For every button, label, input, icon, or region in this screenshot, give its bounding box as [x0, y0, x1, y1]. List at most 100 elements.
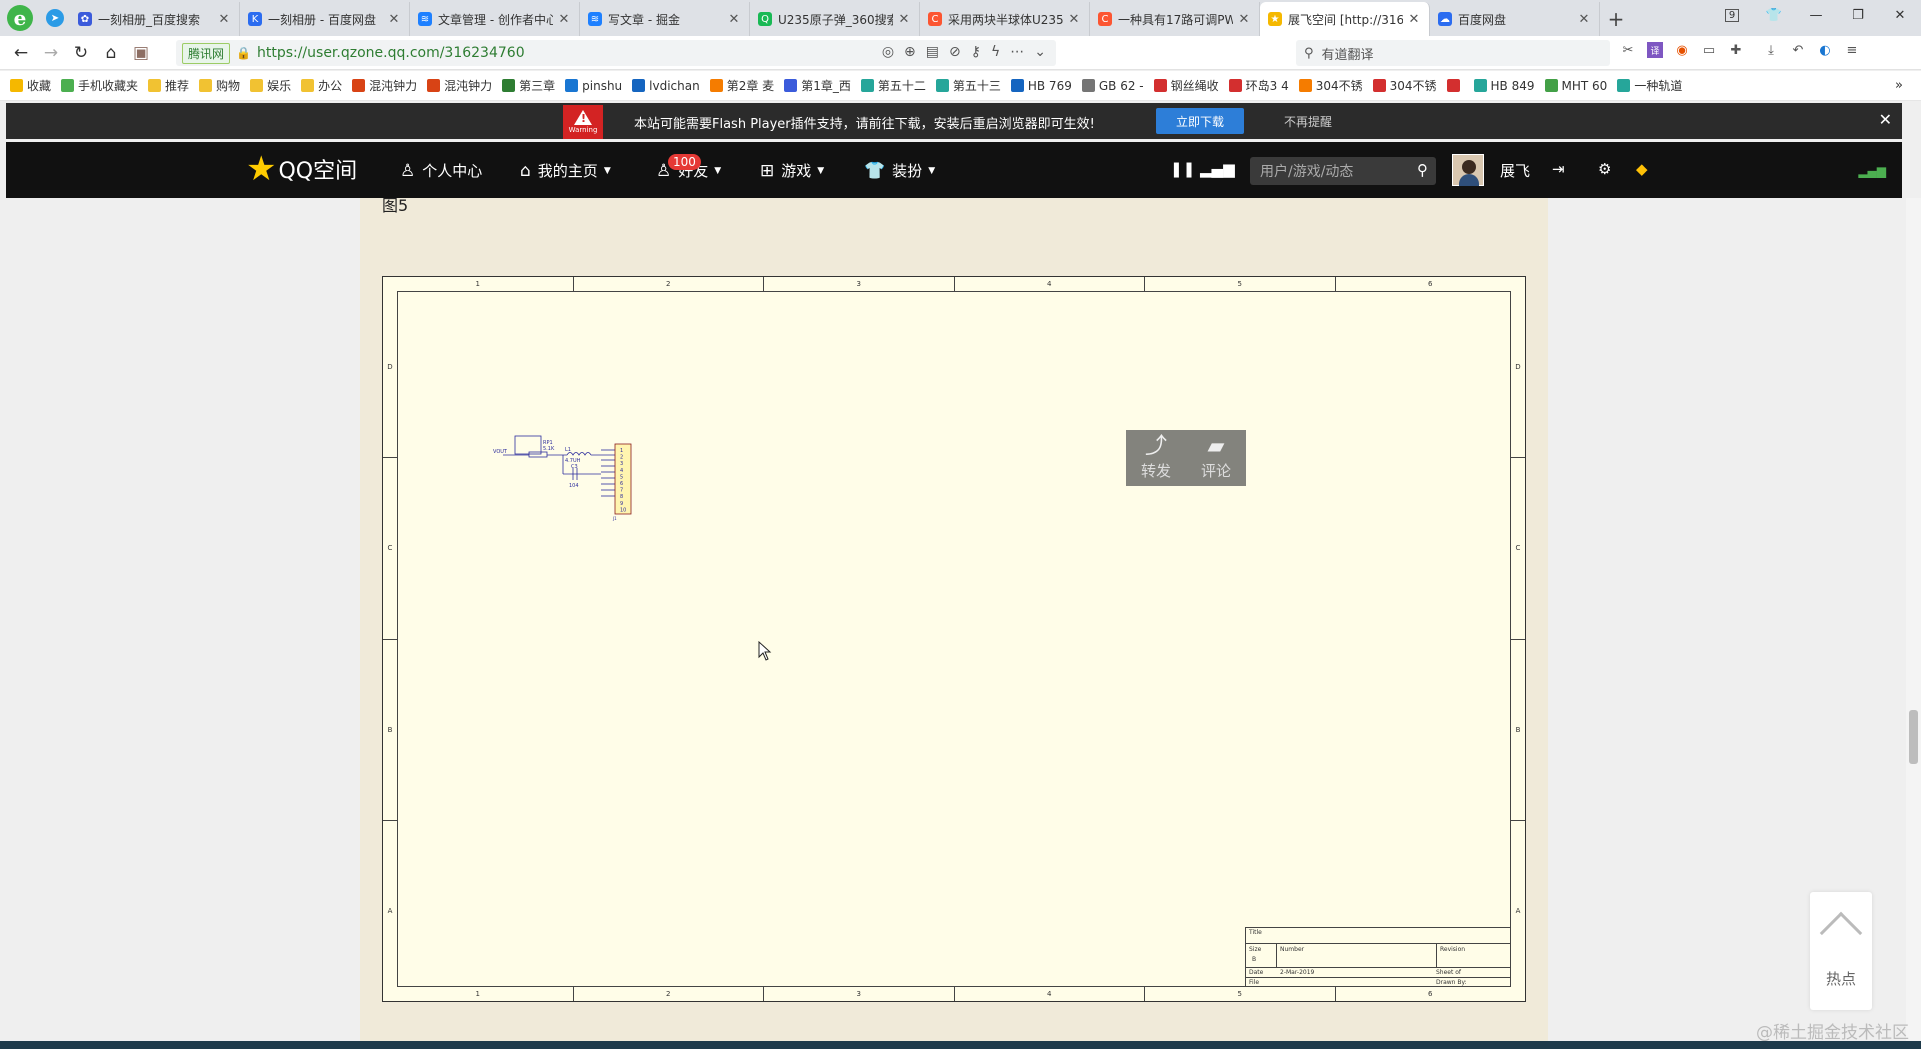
pause-icon[interactable]: ❚❚	[1170, 160, 1195, 178]
download-icon[interactable]: ⤓	[1763, 42, 1779, 58]
tab-close-icon[interactable]: ✕	[217, 12, 231, 27]
telegram-button[interactable]: ➤	[40, 0, 70, 36]
bookmark-item[interactable]: 收藏	[10, 77, 51, 94]
chevron-down-icon[interactable]: ⌄	[1034, 44, 1046, 60]
wallet-icon[interactable]: ▣	[126, 38, 156, 68]
bookmark-item[interactable]: HB 769	[1010, 79, 1072, 93]
window-icon[interactable]: ▭	[1701, 42, 1717, 58]
zoom-icon[interactable]: ⊕	[904, 44, 916, 60]
tab-close-icon[interactable]: ✕	[1237, 12, 1251, 27]
close-window-button[interactable]: ✕	[1879, 0, 1921, 30]
screenshot-icon[interactable]: ▤	[926, 44, 939, 60]
bookmark-item[interactable]: 环岛3 4	[1228, 77, 1289, 94]
bookmark-item[interactable]: 304不锈	[1372, 77, 1437, 94]
tab-8[interactable]: ☁ 百度网盘 ✕	[1430, 2, 1600, 36]
dont-remind-link[interactable]: 不再提醒	[1284, 113, 1332, 130]
nav-games[interactable]: ⊞ 游戏 ▼	[760, 160, 824, 181]
tab-close-icon[interactable]: ✕	[897, 12, 911, 27]
qzone-search-input[interactable]: 用户/游戏/动态 ⚲	[1250, 157, 1436, 185]
scrollbar-thumb[interactable]	[1909, 710, 1918, 764]
share-button[interactable]: ⤴ 转发	[1126, 430, 1186, 486]
tab-close-icon[interactable]: ✕	[1407, 12, 1421, 27]
bookmark-item[interactable]: 304不锈	[1298, 77, 1363, 94]
diamond-icon[interactable]: ◆	[1636, 160, 1648, 178]
reload-button[interactable]: ↻	[66, 38, 96, 68]
tab-close-icon[interactable]: ✕	[1577, 12, 1591, 27]
bookmark-item[interactable]: 混沌钟力	[352, 77, 417, 94]
lightning-icon[interactable]: ϟ	[991, 44, 1000, 60]
nav-dressup[interactable]: 👕 装扮 ▼	[864, 160, 935, 181]
translate-icon[interactable]: 译	[1647, 42, 1663, 58]
tab-close-icon[interactable]: ✕	[727, 12, 741, 27]
bookmark-item[interactable]: 钢丝绳收	[1153, 77, 1219, 94]
game-icon[interactable]: ◉	[1674, 42, 1690, 58]
tab-close-icon[interactable]: ✕	[387, 12, 401, 27]
gear-icon[interactable]: ⚙	[1598, 160, 1611, 178]
logout-icon[interactable]: ⇥	[1552, 160, 1565, 178]
comment-button[interactable]: ▰ 评论	[1186, 430, 1246, 486]
bookmark-item[interactable]: 第2章 麦	[709, 77, 774, 94]
back-button[interactable]: ←	[6, 38, 36, 68]
tab-5[interactable]: C 采用两块半球体U235 ✕	[920, 2, 1090, 36]
tab-2[interactable]: ≋ 文章管理 - 创作者中心 ✕	[410, 2, 580, 36]
bookmarks-more-icon[interactable]: »	[1895, 78, 1903, 93]
qzone-logo[interactable]: ★ QQ空间	[246, 152, 357, 186]
scissors-icon[interactable]: ✂	[1620, 42, 1636, 58]
home-button[interactable]: ⌂	[96, 38, 126, 68]
url-box[interactable]: 腾讯网 🔒 https://user.qzone.qq.com/31623476…	[176, 40, 1056, 66]
tab-4[interactable]: Q U235原子弹_360搜索 ✕	[750, 2, 920, 36]
bookmark-item[interactable]: 第五十三	[935, 77, 1001, 94]
scrollbar[interactable]	[1906, 198, 1921, 1049]
tab-close-icon[interactable]: ✕	[557, 12, 571, 27]
restore-button[interactable]: ❐	[1837, 0, 1879, 30]
puzzle-icon[interactable]: ✚	[1728, 42, 1744, 58]
search-icon[interactable]: ⚲	[1417, 161, 1428, 179]
search-input[interactable]: ⚲ 有道翻译	[1296, 40, 1610, 66]
compass-icon[interactable]: ⊘	[949, 44, 961, 60]
menu-icon[interactable]: ≡	[1844, 42, 1860, 58]
bookmark-item[interactable]: 第1章_西	[784, 77, 851, 94]
minimize-button[interactable]: —	[1795, 0, 1837, 30]
bookmark-item[interactable]: 推荐	[148, 77, 189, 94]
bookmark-item[interactable]: 办公	[301, 77, 342, 94]
browser-logo[interactable]: e	[0, 0, 40, 36]
edge-icon[interactable]: ◐	[1817, 42, 1833, 58]
username[interactable]: 展飞	[1500, 160, 1530, 181]
tab-0[interactable]: ✿ 一刻相册_百度搜索 ✕	[70, 2, 240, 36]
tab-7[interactable]: ★ 展飞空间 [http://316 ✕	[1260, 2, 1430, 36]
schematic-col-label: 4	[955, 277, 1145, 291]
chart-icon[interactable]: ▂▄▆	[1200, 160, 1235, 178]
bookmark-item[interactable]: 第五十二	[860, 77, 926, 94]
bookmark-item[interactable]: GB 62 -	[1081, 79, 1144, 93]
bookmark-item[interactable]: lvdichan	[632, 79, 700, 93]
back-to-top-widget[interactable]: 热点	[1810, 892, 1872, 1010]
tab-6[interactable]: C 一种具有17路可调PW ✕	[1090, 2, 1260, 36]
location-icon[interactable]: ◎	[882, 44, 894, 60]
bookmark-item[interactable]: MHT 60	[1544, 79, 1607, 93]
new-tab-button[interactable]: +	[1600, 2, 1632, 36]
download-now-button[interactable]: 立即下载	[1156, 108, 1244, 134]
tab-counter[interactable]: 9	[1711, 0, 1753, 30]
key-icon[interactable]: ⚷	[971, 44, 981, 60]
bookmark-item[interactable]: 混沌钟力	[427, 77, 492, 94]
avatar[interactable]	[1452, 154, 1484, 186]
bookmark-item[interactable]: 购物	[199, 77, 240, 94]
bookmark-item[interactable]: pinshu	[565, 79, 622, 93]
tab-1[interactable]: K 一刻相册 - 百度网盘 ✕	[240, 2, 410, 36]
url-text[interactable]: https://user.qzone.qq.com/316234760	[257, 45, 525, 61]
tab-3[interactable]: ≋ 写文章 - 掘金 ✕	[580, 2, 750, 36]
close-icon[interactable]: ✕	[1879, 110, 1892, 129]
bookmark-item[interactable]: 一种轨道	[1617, 77, 1682, 94]
nav-personal-center[interactable]: ♙ 个人中心	[400, 160, 482, 181]
forward-button[interactable]: →	[36, 38, 66, 68]
tab-close-icon[interactable]: ✕	[1067, 12, 1081, 27]
undo-icon[interactable]: ↶	[1790, 42, 1806, 58]
bookmark-item[interactable]: 手机收藏夹	[61, 77, 138, 94]
nav-my-home[interactable]: ⌂ 我的主页 ▼	[520, 160, 611, 181]
more-icon[interactable]: ⋯	[1010, 44, 1024, 60]
bookmark-item[interactable]: 第三章	[502, 77, 555, 94]
bookmark-item[interactable]	[1446, 79, 1464, 92]
bookmark-item[interactable]: 娱乐	[250, 77, 291, 94]
shirt-skin-icon[interactable]: 👕	[1753, 0, 1795, 30]
bookmark-item[interactable]: HB 849	[1473, 79, 1535, 93]
